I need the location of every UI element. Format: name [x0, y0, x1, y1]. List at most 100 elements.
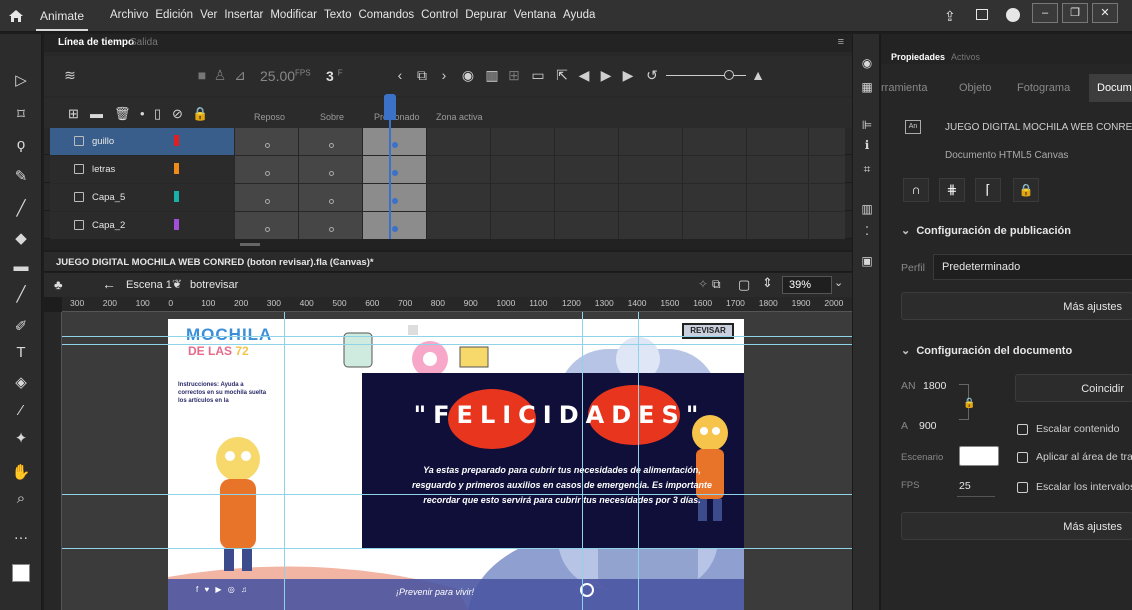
- frame-cell[interactable]: [427, 212, 491, 239]
- new-folder-icon[interactable]: ▬: [90, 106, 103, 121]
- rectangle-icon[interactable]: ▬: [10, 256, 32, 278]
- play-icon[interactable]: ▶: [596, 66, 616, 84]
- zoom-slider-handle[interactable]: [724, 70, 734, 80]
- loop-icon[interactable]: ▭: [528, 66, 548, 84]
- empty-keyframe-marker[interactable]: [329, 199, 334, 204]
- frame-cell[interactable]: [747, 212, 809, 239]
- layer-name[interactable]: Capa_5: [92, 192, 125, 203]
- zoom-level-input[interactable]: 39%: [782, 276, 832, 294]
- close-button[interactable]: ✕: [1092, 3, 1118, 23]
- brush-icon[interactable]: ╱: [10, 198, 32, 220]
- document-tab[interactable]: JUEGO DIGITAL MOCHILA WEB CONRED (boton …: [44, 252, 852, 272]
- hand-icon[interactable]: ✋: [10, 462, 32, 484]
- magnet-icon[interactable]: ∩: [903, 178, 929, 202]
- text-tool-icon[interactable]: T: [10, 342, 32, 364]
- layer-row[interactable]: letras: [44, 156, 852, 183]
- new-layer-icon[interactable]: ⊞: [68, 106, 79, 122]
- layer-color-swatch[interactable]: [174, 163, 179, 174]
- frame-center-icon[interactable]: ⊞: [504, 66, 524, 84]
- paint-bucket-icon[interactable]: ◈: [10, 372, 32, 394]
- prev-keyframe-icon[interactable]: ‹: [390, 66, 410, 84]
- loop-playback-icon[interactable]: ↺: [642, 66, 662, 84]
- guide-line[interactable]: [62, 344, 852, 345]
- tab-fotograma[interactable]: Fotograma: [1017, 82, 1070, 94]
- frame-cell[interactable]: [491, 212, 555, 239]
- frame-cell[interactable]: [683, 128, 747, 155]
- empty-keyframe-marker[interactable]: [265, 143, 270, 148]
- layer-color-swatch[interactable]: [174, 135, 179, 146]
- frame-cell[interactable]: [235, 156, 299, 183]
- eraser-icon[interactable]: ◆: [10, 228, 32, 250]
- stage-fit-icon[interactable]: ▢: [738, 277, 750, 293]
- doc-settings-title[interactable]: ⌄ Configuración del documento: [901, 344, 1072, 357]
- tab-properties[interactable]: Propiedades: [891, 52, 945, 62]
- guide-line[interactable]: [582, 312, 583, 610]
- current-frame[interactable]: 3 F: [326, 68, 343, 84]
- menu-ayuda[interactable]: Ayuda: [563, 9, 595, 21]
- empty-keyframe-marker[interactable]: [265, 227, 270, 232]
- tab-documento[interactable]: Documen: [1089, 74, 1132, 102]
- scene-name[interactable]: Escena 1: [126, 279, 172, 291]
- empty-keyframe-marker[interactable]: [329, 171, 334, 176]
- frame-cell[interactable]: [619, 156, 683, 183]
- first-frame-icon[interactable]: ◀: [574, 66, 594, 84]
- lock-doc-icon[interactable]: 🔒: [1013, 178, 1039, 202]
- next-keyframe-icon[interactable]: ›: [434, 66, 454, 84]
- layer-row[interactable]: guillo: [44, 128, 852, 155]
- frame-cell[interactable]: [683, 184, 747, 211]
- library-icon[interactable]: ▦: [859, 80, 875, 96]
- pen-icon[interactable]: ✎: [10, 166, 32, 188]
- frame-cell[interactable]: [235, 128, 299, 155]
- keyframe-marker[interactable]: [392, 142, 398, 148]
- info-icon[interactable]: ℹ: [859, 138, 875, 154]
- menu-depurar[interactable]: Depurar: [465, 9, 507, 21]
- tab-herramienta[interactable]: rramienta: [881, 82, 927, 94]
- timeline-scrollbar[interactable]: [44, 239, 852, 250]
- home-icon[interactable]: [8, 8, 24, 24]
- fps-display[interactable]: 25.00FPS: [260, 68, 311, 84]
- components-icon[interactable]: ▥: [859, 202, 875, 218]
- menu-edicion[interactable]: Edición: [155, 9, 193, 21]
- frame-cell[interactable]: [491, 156, 555, 183]
- frame-cell[interactable]: [235, 184, 299, 211]
- menu-modificar[interactable]: Modificar: [270, 9, 317, 21]
- frame-cell[interactable]: [747, 156, 809, 183]
- frame-cell[interactable]: [619, 184, 683, 211]
- layer-name-cell[interactable]: letras: [50, 156, 234, 183]
- app-name[interactable]: Animate: [36, 9, 89, 31]
- test-movie-icon[interactable]: [1006, 8, 1020, 22]
- snap-icon[interactable]: ⋕: [939, 178, 965, 202]
- profile-select[interactable]: Predeterminado: [933, 254, 1132, 280]
- frame-picker-icon[interactable]: ▣: [859, 254, 875, 270]
- frame-cell[interactable]: [299, 184, 363, 211]
- transform-icon[interactable]: ⌗: [859, 162, 875, 178]
- layer-name-cell[interactable]: Capa_2: [50, 212, 234, 239]
- pin-icon[interactable]: ✦: [10, 428, 32, 450]
- menu-texto[interactable]: Texto: [324, 9, 352, 21]
- motion-editor-icon[interactable]: ◉: [859, 56, 875, 72]
- zoom-dropdown-icon[interactable]: ⌄: [834, 276, 843, 289]
- symbol-name[interactable]: botrevisar: [190, 279, 238, 291]
- frame-cell[interactable]: [491, 128, 555, 155]
- guide-line[interactable]: [62, 548, 852, 549]
- width-input[interactable]: 1800: [923, 380, 946, 392]
- frame-cell[interactable]: [427, 156, 491, 183]
- export-icon[interactable]: ⇱: [552, 66, 572, 84]
- zoom-mountain-icon[interactable]: ▲: [748, 66, 768, 84]
- menu-comandos[interactable]: Comandos: [359, 9, 415, 21]
- panel-menu-icon[interactable]: ≡: [838, 36, 844, 48]
- line-icon[interactable]: ╱: [10, 284, 32, 306]
- menu-ver[interactable]: Ver: [200, 9, 217, 21]
- frame-cell[interactable]: [427, 128, 491, 155]
- frame-cells[interactable]: [235, 212, 845, 239]
- playhead[interactable]: [389, 94, 391, 244]
- guide-line[interactable]: [62, 494, 852, 495]
- menu-insertar[interactable]: Insertar: [224, 9, 263, 21]
- frame-cells[interactable]: [235, 156, 845, 183]
- workspace-icon[interactable]: [976, 9, 988, 20]
- tween-icon[interactable]: ⊿: [230, 66, 250, 84]
- stage-canvas[interactable]: MOCHILA DE LAS 72 Instrucciones: Ayuda a…: [168, 319, 744, 610]
- edit-multiple-icon[interactable]: ▥: [482, 66, 502, 84]
- insert-keyframe-icon[interactable]: ⧉: [412, 66, 432, 84]
- maximize-button[interactable]: ❐: [1062, 3, 1088, 23]
